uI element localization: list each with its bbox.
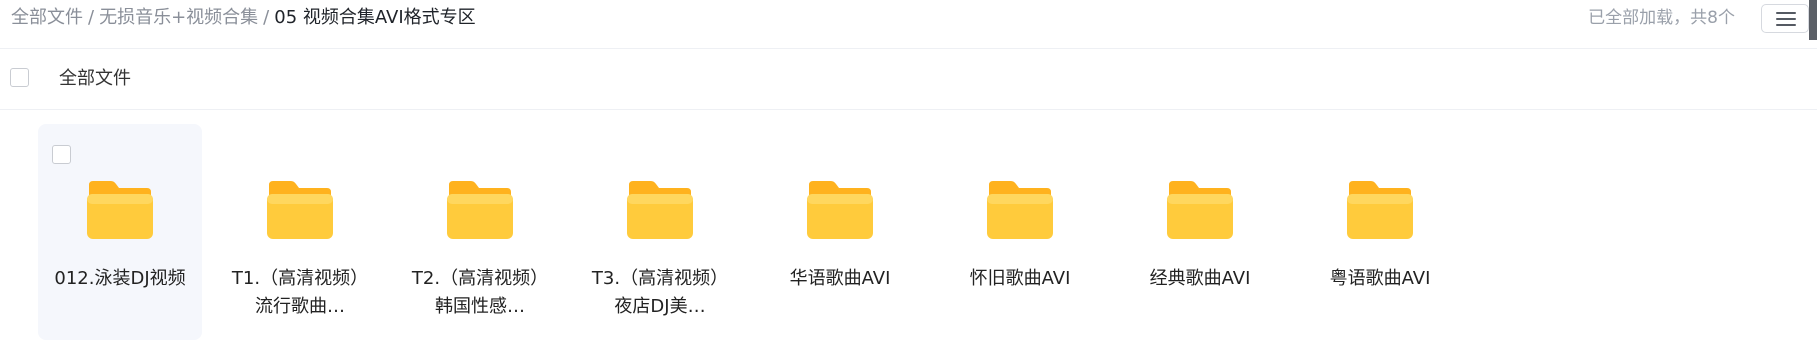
breadcrumb: 全部文件 / 无损音乐+视频合集/05 视频合集AVI格式专区 [11, 5, 476, 31]
folder-name-text: T1.（高清视频）流行歌曲… [231, 268, 369, 317]
folder-name: T3.（高清视频）夜店DJ美… [584, 265, 736, 321]
folder-name: 012.泳装DJ视频 [44, 265, 196, 293]
folder-icon [85, 179, 155, 241]
folder-name: 怀旧歌曲AVI [944, 265, 1096, 293]
breadcrumb-parent[interactable]: 无损音乐+视频合集 [99, 7, 258, 28]
folder-name-text: 012.泳装DJ视频 [54, 268, 186, 289]
folder-tile[interactable]: 粤语歌曲AVI [1298, 124, 1462, 340]
folder-name: 经典歌曲AVI [1124, 265, 1276, 293]
folder-name: 华语歌曲AVI [764, 265, 916, 293]
folder-name: T2.（高清视频）韩国性感… [404, 265, 556, 321]
folder-name: 粤语歌曲AVI [1304, 265, 1456, 293]
folder-icon [805, 179, 875, 241]
breadcrumb-separator: / [263, 7, 270, 28]
folder-icon [1165, 179, 1235, 241]
select-all-label: 全部文件 [59, 68, 131, 89]
folder-tile[interactable]: T2.（高清视频）韩国性感… [398, 124, 562, 340]
folder-tile[interactable]: 怀旧歌曲AVI [938, 124, 1102, 340]
folder-name-text: 经典歌曲AVI [1149, 268, 1251, 289]
menu-icon [1776, 12, 1796, 14]
scrollbar[interactable] [1809, 0, 1817, 40]
folder-tile[interactable]: 经典歌曲AVI [1118, 124, 1282, 340]
folder-name: T1.（高清视频）流行歌曲… [224, 265, 376, 321]
folder-name-text: 华语歌曲AVI [789, 268, 891, 289]
folder-name-text: T2.（高清视频）韩国性感… [411, 268, 549, 317]
folder-tile[interactable]: T3.（高清视频）夜店DJ美… [578, 124, 742, 340]
load-status: 已全部加载，共8个 [1588, 8, 1735, 28]
folder-icon [445, 179, 515, 241]
list-header: 全部文件 [0, 49, 1817, 110]
folder-icon [265, 179, 335, 241]
folder-name-text: 粤语歌曲AVI [1329, 268, 1431, 289]
view-menu-button[interactable] [1761, 4, 1809, 33]
folder-tile[interactable]: 华语歌曲AVI [758, 124, 922, 340]
breadcrumb-separator: / [88, 7, 95, 28]
folder-icon [625, 179, 695, 241]
breadcrumb-root[interactable]: 全部文件 [11, 7, 83, 28]
folder-icon [985, 179, 1055, 241]
folder-tile[interactable]: T1.（高清视频）流行歌曲… [218, 124, 382, 340]
folder-name-text: T3.（高清视频）夜店DJ美… [591, 268, 729, 317]
folder-name-text: 怀旧歌曲AVI [969, 268, 1071, 289]
top-bar: 全部文件 / 无损音乐+视频合集/05 视频合集AVI格式专区 已全部加载，共8个 [0, 0, 1817, 49]
menu-icon-bar [1776, 24, 1796, 26]
breadcrumb-current: 05 视频合集AVI格式专区 [274, 7, 476, 28]
folder-icon [1345, 179, 1415, 241]
folder-tile[interactable]: 012.泳装DJ视频 [38, 124, 202, 340]
folder-checkbox[interactable] [52, 145, 71, 164]
menu-icon-bar [1776, 18, 1796, 20]
select-all-checkbox[interactable] [10, 68, 29, 87]
